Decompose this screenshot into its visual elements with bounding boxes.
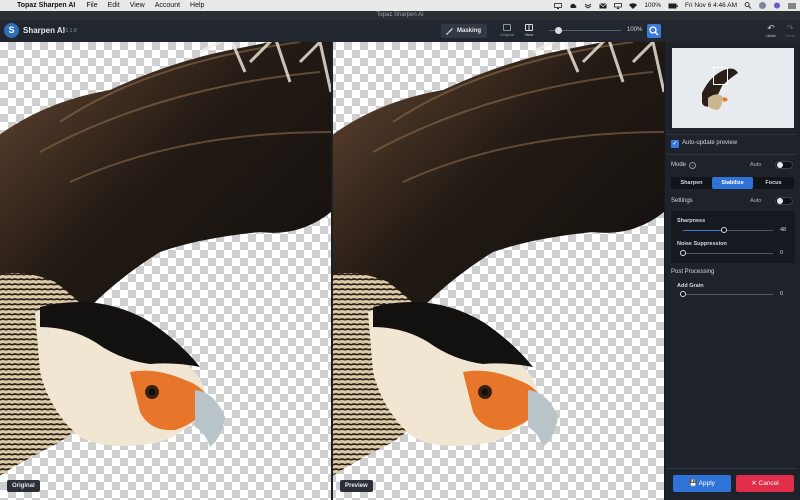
noise-suppression-slider-handle[interactable]	[680, 250, 686, 256]
app-name: Sharpen AI	[23, 26, 65, 35]
navigator-thumbnail[interactable]	[672, 48, 794, 128]
cloud-icon[interactable]	[569, 3, 577, 9]
app-version: v2.1.8	[63, 28, 77, 34]
siri-icon[interactable]	[773, 2, 781, 9]
panel-divider	[667, 154, 797, 155]
zoom-slider-handle[interactable]	[555, 27, 562, 34]
auto-update-checkbox[interactable]: ✓	[671, 140, 679, 148]
post-processing-label: Post Processing	[671, 269, 715, 275]
battery-percent: 100%	[644, 2, 661, 9]
sharpness-value: 48	[780, 227, 787, 233]
magnifier-icon	[649, 26, 659, 36]
settings-label: Settings	[671, 198, 693, 204]
navigator-bird-image	[702, 68, 738, 110]
cancel-button[interactable]: ✕ Cancel	[736, 475, 794, 492]
settings-auto-toggle[interactable]	[775, 197, 793, 205]
mode-label: Mode	[671, 162, 687, 168]
undo-button[interactable]: ↶ Undo	[762, 23, 780, 38]
screen-icon[interactable]	[554, 2, 563, 9]
add-grain-value: 0	[780, 291, 784, 297]
redo-label: Redo	[785, 33, 795, 38]
masking-label: Masking	[457, 28, 482, 34]
menu-view[interactable]: View	[130, 2, 145, 9]
mode-selector: Sharpen Stabilize Focus	[671, 177, 794, 189]
redo-icon: ↷	[786, 23, 794, 33]
menu-list-icon[interactable]	[788, 3, 796, 9]
sharpness-slider-fill	[683, 230, 724, 231]
mode-focus-button[interactable]: Focus	[753, 177, 794, 189]
redo-button[interactable]: ↷ Redo	[781, 23, 799, 38]
brush-icon	[446, 27, 453, 35]
original-view-label: Original	[500, 32, 514, 37]
original-pane-label: Original	[7, 480, 40, 492]
preview-pane[interactable]: Preview	[333, 42, 664, 500]
zoom-value: 100%	[627, 27, 643, 33]
add-grain-slider-handle[interactable]	[680, 291, 686, 297]
mode-sharpen-button[interactable]: Sharpen	[671, 177, 712, 189]
apply-icon: 💾	[689, 480, 699, 487]
menu-file[interactable]: File	[86, 2, 97, 9]
sharpen-logo-icon: S	[4, 23, 19, 38]
sharpness-label: Sharpness	[677, 218, 706, 224]
original-pane[interactable]: Original	[0, 42, 331, 500]
wifi-icon[interactable]	[629, 2, 638, 9]
undo-icon: ↶	[767, 23, 775, 33]
help-icon[interactable]: ?	[689, 162, 696, 169]
app-toolbar: S Sharpen AI v2.1.8 Masking Original Vie…	[0, 20, 800, 42]
undo-label: Undo	[766, 33, 776, 38]
noise-suppression-slider[interactable]	[683, 253, 773, 254]
menu-account[interactable]: Account	[155, 2, 180, 9]
sharpness-slider-handle[interactable]	[721, 227, 727, 233]
apply-button[interactable]: 💾 Apply	[673, 475, 731, 492]
menu-bar: Topaz Sharpen AI File Edit View Account …	[0, 0, 800, 11]
masking-button[interactable]: Masking	[441, 24, 487, 38]
split-view-button[interactable]: View	[521, 23, 537, 39]
menu-help[interactable]: Help	[190, 2, 204, 9]
auto-update-label: Auto-update preview	[682, 140, 738, 146]
noise-suppression-value: 0	[780, 250, 784, 256]
mode-auto-label: Auto	[750, 162, 762, 168]
mode-auto-toggle[interactable]	[775, 161, 793, 169]
clock[interactable]: Fri Nov 6 4:46 AM	[685, 2, 737, 9]
navigator-viewport-box[interactable]	[713, 67, 728, 85]
bird-image-original	[0, 42, 331, 476]
image-icon	[503, 24, 511, 31]
close-icon: ✕	[751, 480, 759, 487]
mail-icon[interactable]	[599, 2, 608, 9]
original-view-button[interactable]: Original	[499, 23, 515, 39]
split-view-icon	[525, 24, 533, 31]
bird-image-preview	[333, 42, 664, 476]
window-title: Topaz Sharpen AI	[0, 11, 800, 20]
battery-icon[interactable]	[668, 3, 678, 9]
airplay-icon[interactable]	[614, 2, 623, 9]
search-icon[interactable]	[744, 2, 752, 9]
noise-suppression-label: Noise Suppression	[677, 241, 727, 247]
menu-app-name[interactable]: Topaz Sharpen AI	[17, 2, 75, 9]
preview-pane-label: Preview	[340, 480, 373, 492]
mode-stabilize-button[interactable]: Stabilize	[712, 177, 753, 189]
panel-divider	[667, 134, 797, 135]
user-avatar[interactable]	[759, 2, 766, 9]
settings-auto-label: Auto	[750, 198, 762, 204]
dropbox-icon[interactable]	[584, 3, 592, 9]
apply-label: Apply	[698, 480, 715, 487]
menu-edit[interactable]: Edit	[108, 2, 120, 9]
zoom-button[interactable]	[647, 24, 661, 38]
view-label: View	[524, 32, 534, 37]
add-grain-slider[interactable]	[683, 294, 773, 295]
cancel-label: Cancel	[758, 480, 779, 487]
image-canvas[interactable]: Original Preview	[0, 42, 664, 500]
panel-divider	[667, 468, 797, 469]
add-grain-label: Add Grain	[677, 283, 704, 289]
